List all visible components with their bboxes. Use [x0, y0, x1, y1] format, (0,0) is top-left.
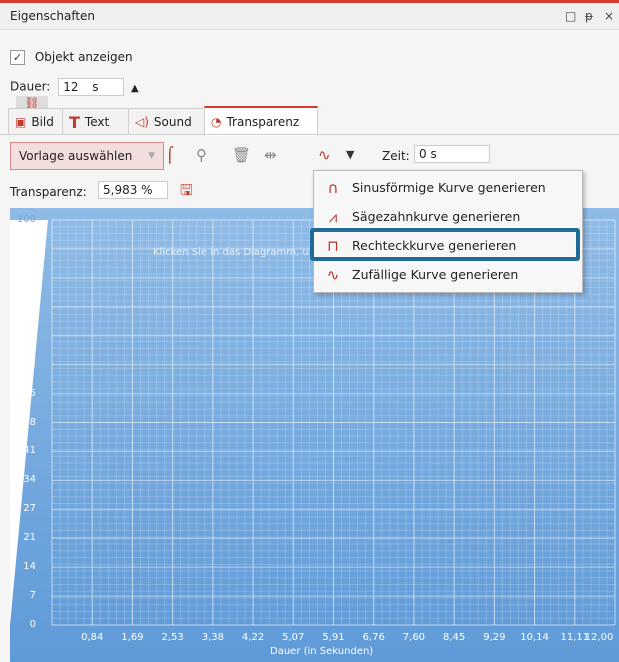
time-field[interactable]: 0 s	[414, 145, 490, 163]
title-bar: Eigenschaften □ ᵽ ×	[0, 3, 619, 30]
speaker-icon: ◁)	[135, 115, 149, 129]
y-tick-label: 75	[23, 300, 36, 312]
menu-highlight-box	[310, 228, 580, 261]
y-tick-label: 21	[23, 532, 36, 544]
x-tick-label: 6,76	[362, 632, 385, 643]
menu-item-sine[interactable]: ∩ Sinusförmige Kurve generieren	[314, 173, 582, 202]
duration-unit: s	[92, 80, 99, 94]
template-select-label: Vorlage auswählen	[19, 149, 133, 163]
menu-item-sawtooth[interactable]: ⩘ Sägezahnkurve generieren	[314, 202, 582, 231]
y-tick-label: 34	[23, 474, 36, 486]
generate-curve-icon[interactable]: ∿	[318, 146, 331, 164]
tab-sound-label: Sound	[153, 115, 192, 129]
x-tick-label: 0,84	[81, 632, 104, 643]
x-tick-label: 4,22	[241, 632, 265, 643]
tab-bild-label: Bild	[31, 115, 54, 129]
duration-spinner-icon[interactable]: ▲	[131, 83, 139, 94]
tab-transparenz-label: Transparenz	[226, 115, 300, 129]
x-tick-label: 9,29	[483, 632, 506, 643]
menu-item-random[interactable]: ∿ Zufällige Kurve generieren	[314, 260, 582, 289]
x-tick-label: 10,14	[520, 632, 549, 643]
x-tick-label: 12,00	[584, 632, 614, 643]
x-tick-label: 8,45	[443, 632, 466, 643]
pin-icon[interactable]: ᵽ	[585, 9, 593, 23]
show-object-checkbox[interactable]: ✓	[10, 50, 25, 65]
menu-item-sine-label: Sinusförmige Kurve generieren	[352, 180, 546, 195]
y-tick-label: 62	[23, 358, 36, 370]
key-icon[interactable]: ⚲	[196, 146, 207, 164]
random-curve-icon: ∿	[326, 265, 340, 284]
close-icon[interactable]: ×	[604, 9, 614, 23]
y-axis-label: Deckkraft (in %)	[9, 379, 21, 462]
transparency-icon: ◔	[211, 115, 222, 129]
y-tick-label: 7	[29, 590, 36, 602]
chevron-down-icon: ▼	[148, 151, 155, 161]
tab-divider	[0, 134, 619, 135]
tab-transparenz[interactable]: ◔ Transparenz	[204, 106, 318, 136]
x-tick-label: 3,38	[201, 632, 224, 643]
save-icon[interactable]: 🖫	[180, 180, 193, 205]
duration-field[interactable]: 12 s	[58, 78, 125, 96]
y-tick-label: 82	[23, 271, 36, 283]
sine-curve-icon: ∩	[327, 178, 339, 197]
y-tick-label: 14	[23, 561, 36, 573]
menu-item-random-label: Zufällige Kurve generieren	[352, 267, 519, 282]
transparency-value: 5,983 %	[103, 183, 153, 197]
y-tick-label: 0	[29, 619, 36, 630]
duration-label: Dauer:	[10, 79, 51, 94]
duration-value: 12	[63, 80, 79, 94]
x-tick-label: 5,07	[282, 632, 305, 643]
y-tick-label: 100	[16, 214, 36, 225]
curve-menu-dropdown-icon[interactable]: ▼	[346, 148, 354, 161]
x-tick-label: 1,69	[121, 632, 144, 643]
x-tick-label: 7,60	[402, 632, 426, 643]
y-tick-label: 89	[23, 242, 36, 254]
show-object-row[interactable]: ✓ Objekt anzeigen	[10, 50, 133, 65]
x-tick-label: 2,53	[161, 632, 184, 643]
tab-text-label: Text	[84, 115, 110, 129]
window-title: Eigenschaften	[10, 9, 96, 23]
transparency-field[interactable]: 5,983 %	[98, 181, 168, 199]
y-tick-label: 68	[23, 329, 36, 341]
text-icon: T	[69, 112, 80, 132]
restore-icon[interactable]: □	[565, 9, 576, 23]
transparency-label: Transparenz:	[10, 185, 87, 199]
show-object-label: Objekt anzeigen	[34, 50, 133, 64]
trash-icon[interactable]: 🗑	[232, 146, 251, 164]
tab-sound[interactable]: ◁) Sound	[128, 108, 216, 135]
time-value: 0 s	[419, 147, 437, 161]
time-label: Zeit:	[382, 149, 410, 163]
menu-item-sawtooth-label: Sägezahnkurve generieren	[352, 209, 521, 224]
y-tick-label: 27	[23, 503, 36, 515]
image-icon: ▣	[15, 115, 27, 129]
sawtooth-curve-icon: ⩘	[328, 207, 338, 226]
template-select-button[interactable]: Vorlage auswählen ▼	[10, 142, 164, 170]
curve-draw-icon[interactable]: ⌠	[166, 146, 174, 164]
chart-hint: Klicken Sie in das Diagramm, u	[153, 247, 309, 258]
stretch-icon[interactable]: ⇹	[264, 146, 277, 164]
x-axis-label: Dauer (in Sekunden)	[270, 646, 374, 657]
x-tick-label: 5,91	[322, 632, 345, 643]
